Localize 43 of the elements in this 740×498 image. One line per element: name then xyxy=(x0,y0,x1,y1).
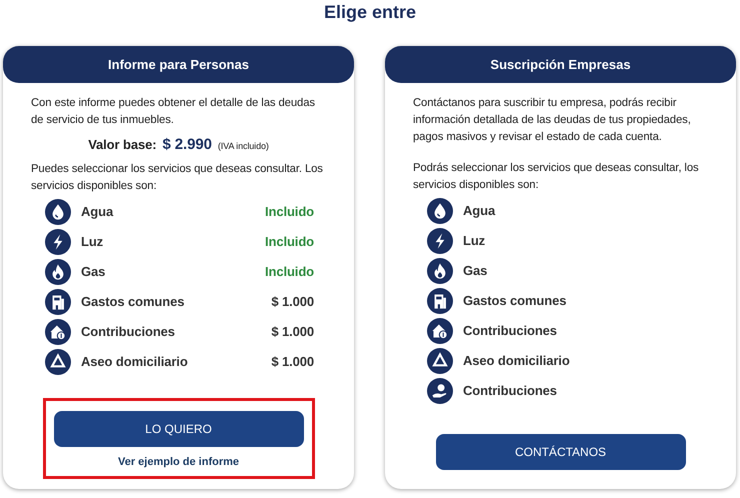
service-price: $ 1.000 xyxy=(271,292,314,311)
services-description: Podrás seleccionar los servicios que deseas consultar, los servicios disponibles son: xyxy=(413,161,700,193)
service-name: Gas xyxy=(81,262,106,281)
service-name: Gas xyxy=(463,262,488,280)
service-name: Agua xyxy=(463,202,496,220)
service-price: Incluido xyxy=(264,202,314,221)
price-note: (IVA incluido) xyxy=(218,140,269,153)
buy-button[interactable]: LO QUIERO xyxy=(54,410,304,446)
service-name: Contribuciones xyxy=(463,382,558,400)
flame-icon xyxy=(45,258,71,284)
page-heading: Elige entre xyxy=(324,1,416,24)
service-name: Luz xyxy=(463,232,486,250)
service-name: Contribuciones xyxy=(463,322,558,340)
service-name: Contribuciones xyxy=(81,322,176,341)
service-name: Aseo domiciliario xyxy=(81,352,189,371)
service-name: Gastos comunes xyxy=(81,292,186,311)
service-price: $ 1.000 xyxy=(271,322,314,341)
service-name: Aseo domiciliario xyxy=(463,352,571,370)
water-drop-icon xyxy=(427,198,453,224)
house-coin-icon xyxy=(427,318,453,344)
lightning-bolt-icon xyxy=(427,228,453,254)
hand-coin-icon xyxy=(427,378,453,404)
lightning-bolt-icon xyxy=(45,228,71,254)
services-description: Puedes seleccionar los servicios que deseas consultar. Los servicios disponibles son: xyxy=(31,162,324,194)
card-header: Informe para Personas xyxy=(3,46,354,83)
house-coin-icon xyxy=(45,318,71,344)
water-drop-icon xyxy=(45,198,71,224)
service-name: Agua xyxy=(81,202,114,221)
service-price: $ 1.000 xyxy=(271,352,314,371)
price-amount: $ 2.990 xyxy=(162,135,212,155)
card-header: Suscripción Empresas xyxy=(385,46,736,83)
building-icon xyxy=(45,288,71,314)
price-label: Valor base: xyxy=(88,136,156,154)
service-name: Luz xyxy=(81,232,104,251)
example-link[interactable]: Ver ejemplo de informe xyxy=(118,454,240,470)
card-description: Contáctanos para suscribir tu empresa, podrás recibir información detallada de las deudas de tus propiedades, pagos masivos y revisar el estado de cada cuenta. xyxy=(413,96,692,145)
service-price: Incluido xyxy=(264,232,314,251)
service-name: Gastos comunes xyxy=(463,292,568,310)
flame-icon xyxy=(427,258,453,284)
card-description: Con este informe puedes obtener el detalle de las deudas de servicio de tus inmuebles. xyxy=(31,96,316,128)
building-icon xyxy=(427,288,453,314)
contact-button[interactable]: CONTÁCTANOS xyxy=(436,434,686,470)
service-price: Incluido xyxy=(264,262,314,281)
